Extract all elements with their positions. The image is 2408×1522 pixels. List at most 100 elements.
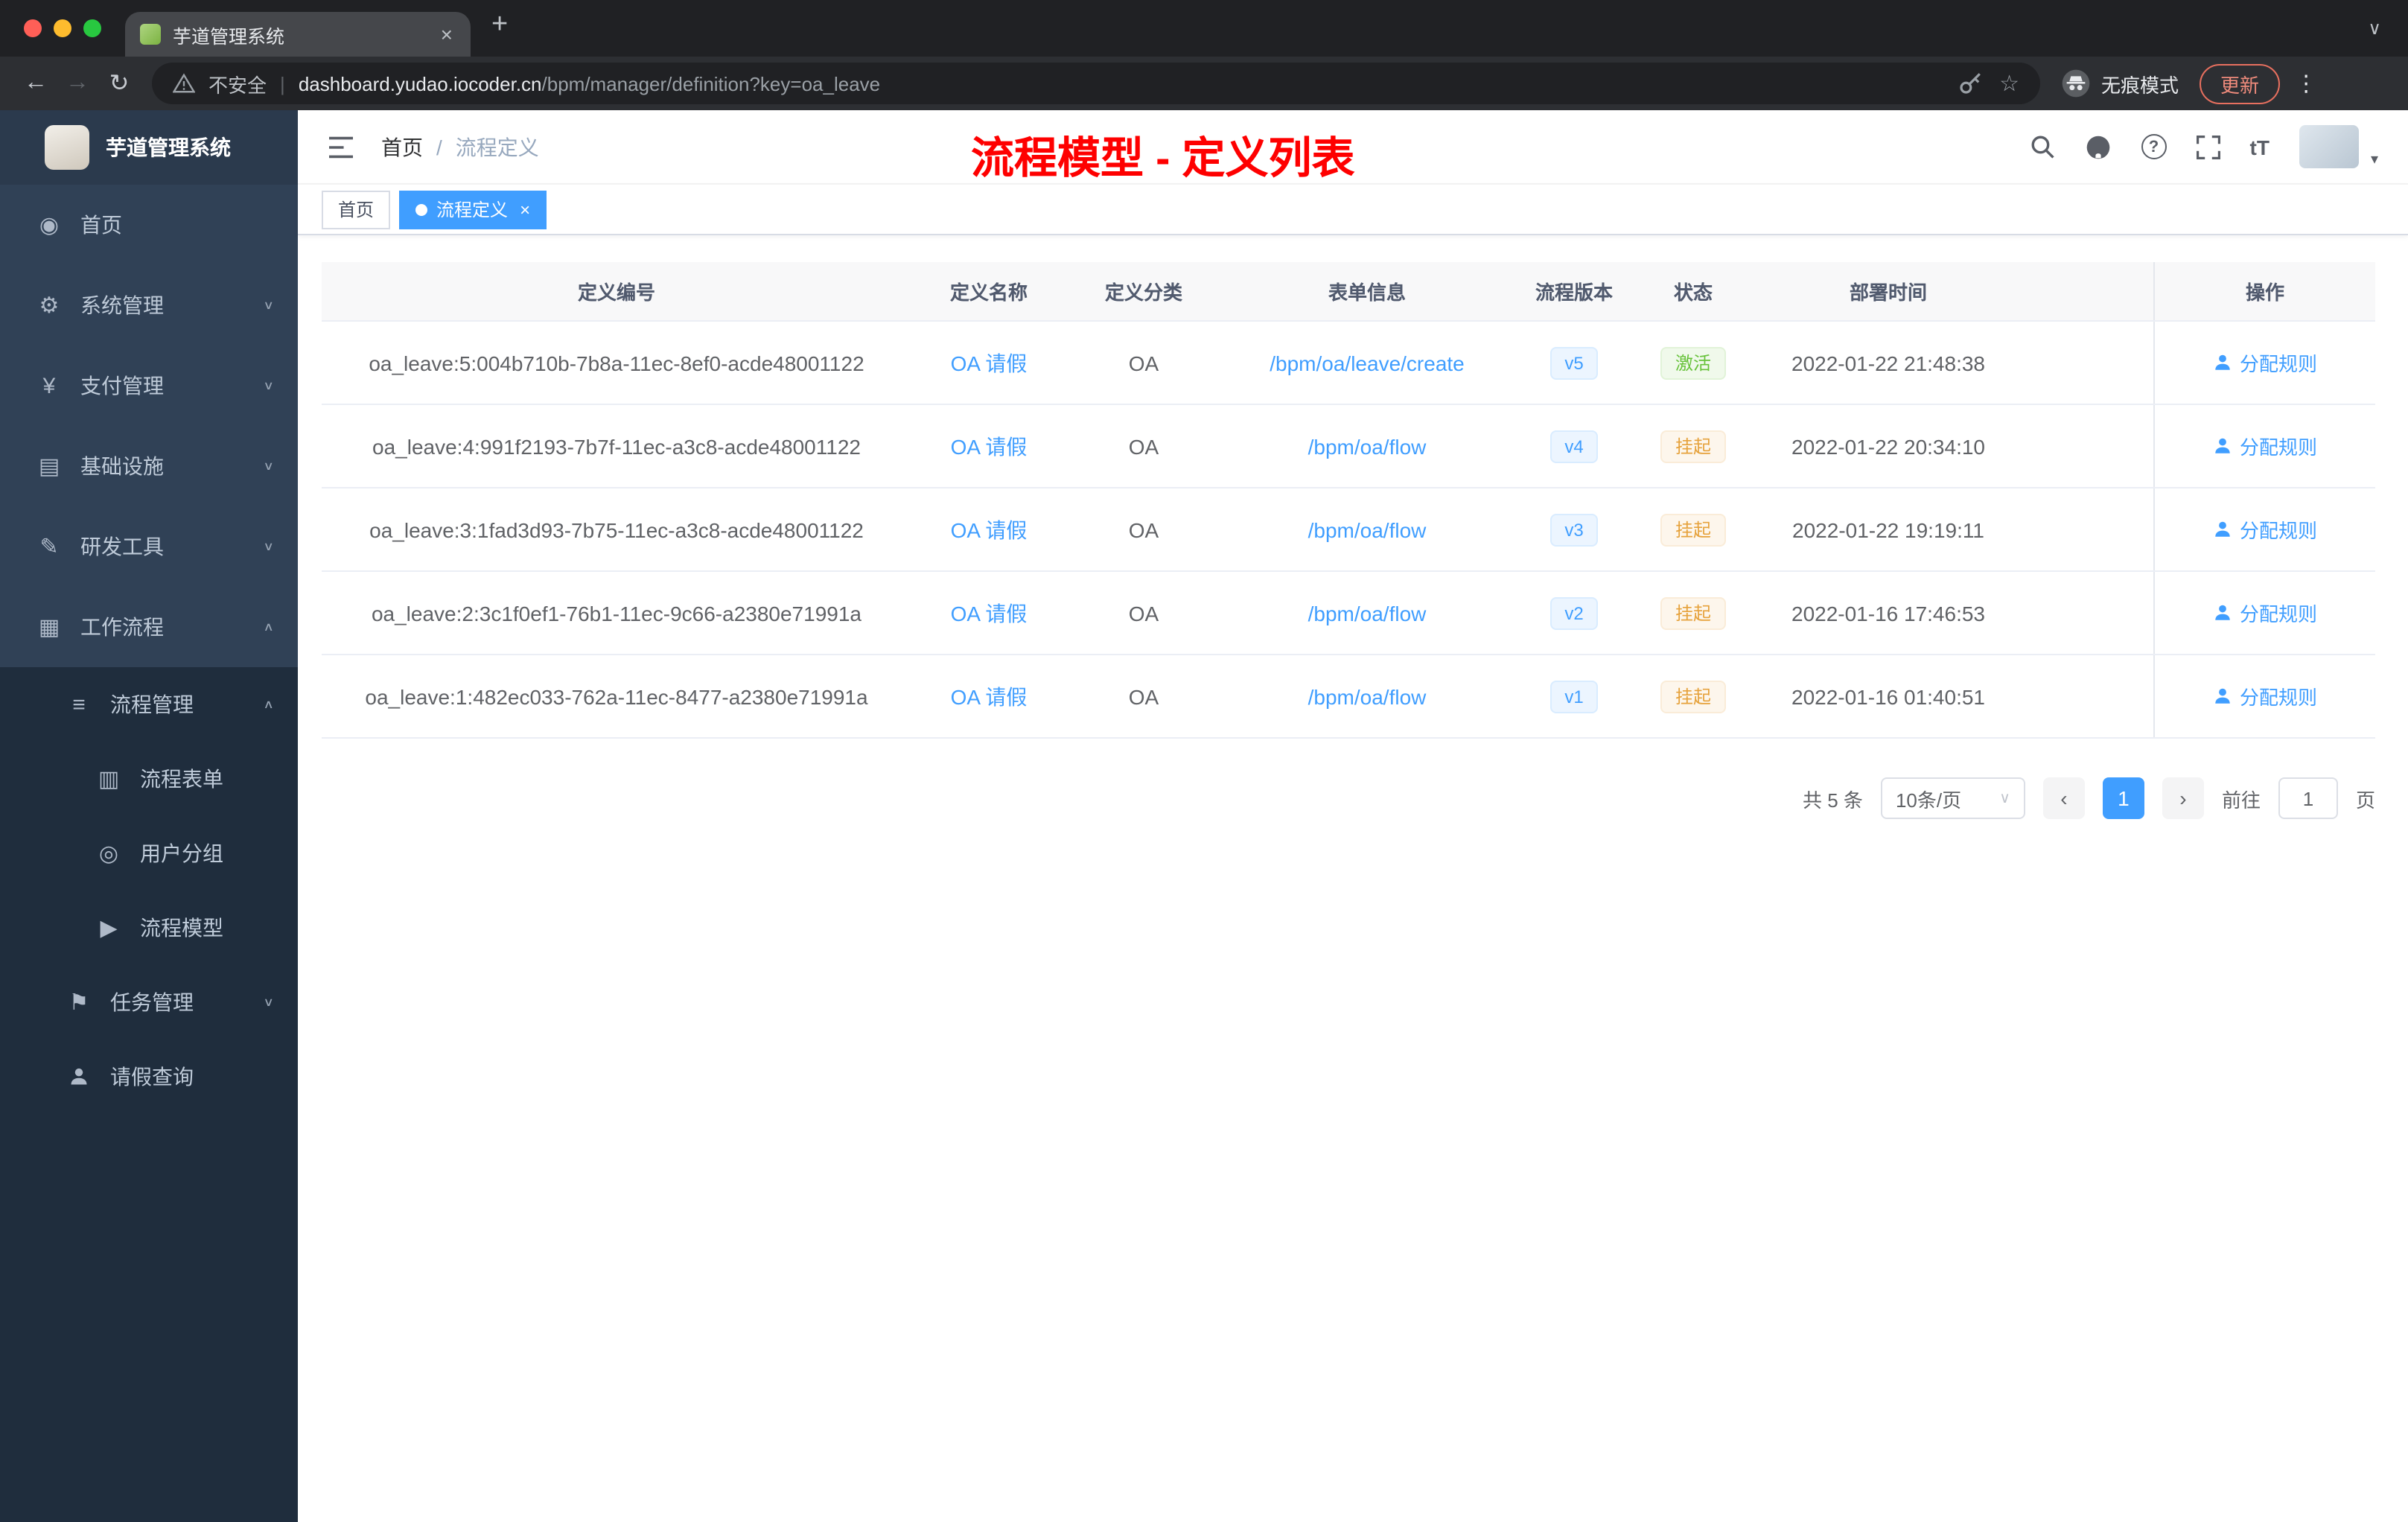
prev-page-button[interactable]: ‹ [2042, 777, 2085, 819]
definition-category: OA [1128, 434, 1159, 458]
breadcrumb: 首页 / 流程定义 [381, 132, 539, 162]
gear-icon: ⚙ [39, 293, 60, 319]
tag-process-definition[interactable]: 流程定义 × [399, 190, 547, 229]
definition-category: OA [1128, 518, 1159, 541]
sidebar-item-task-management[interactable]: ⚑ 任务管理 ∨ [0, 965, 298, 1039]
table-row: oa_leave:4:991f2193-7b7f-11ec-a3c8-acde4… [322, 405, 2375, 488]
incognito-badge: 无痕模式 [2061, 69, 2179, 98]
version-badge: v1 [1549, 680, 1599, 713]
table-row: oa_leave:5:004b710b-7b8a-11ec-8ef0-acde4… [322, 322, 2375, 405]
omnibox-divider: | [280, 72, 285, 95]
table-row: oa_leave:1:482ec033-762a-11ec-8477-a2380… [322, 655, 2375, 739]
browser-menu-icon[interactable]: ⋮ [2295, 70, 2317, 97]
definition-name-link[interactable]: OA 请假 [951, 348, 1028, 378]
deploy-time: 2022-01-22 19:19:11 [1792, 518, 1984, 541]
sidebar-item-leave-query[interactable]: 请假查询 [0, 1039, 298, 1114]
search-icon[interactable] [2030, 134, 2055, 159]
definition-id: oa_leave:1:482ec033-762a-11ec-8477-a2380… [365, 684, 868, 708]
collapse-sidebar-icon[interactable] [328, 135, 354, 159]
sidebar-item-payment[interactable]: ¥ 支付管理 ∨ [0, 346, 298, 426]
form-link[interactable]: /bpm/oa/flow [1308, 518, 1427, 541]
app-title: 芋道管理系统 [106, 136, 231, 159]
definition-name-link[interactable]: OA 请假 [951, 515, 1028, 544]
bookmark-star-icon[interactable]: ☆ [1999, 70, 2019, 97]
browser-tab[interactable]: 芋道管理系统 × [125, 12, 471, 57]
tab-close-icon[interactable]: × [438, 22, 456, 46]
fullscreen-icon[interactable] [2196, 135, 2220, 159]
sidebar-item-dev-tools[interactable]: ✎ 研发工具 ∨ [0, 506, 298, 587]
form-link[interactable]: /bpm/oa/flow [1308, 434, 1427, 458]
tag-home[interactable]: 首页 [322, 190, 391, 229]
security-label: 不安全 [208, 74, 267, 96]
avatar-caret-icon[interactable]: ▾ [2371, 152, 2378, 168]
infrastructure-icon: ▤ [38, 454, 60, 480]
new-tab-button[interactable]: + [491, 8, 508, 41]
assign-rule-link[interactable]: 分配规则 [2213, 515, 2317, 544]
tab-search-icon[interactable]: ∨ [2368, 18, 2381, 39]
sidebar-item-workflow[interactable]: ▦ 工作流程 ∧ [0, 587, 298, 667]
assign-rule-link[interactable]: 分配规则 [2213, 599, 2317, 627]
version-badge: v5 [1549, 346, 1599, 379]
sidebar-item-user-group[interactable]: ◎ 用户分组 [0, 816, 298, 891]
font-size-icon[interactable]: tT [2250, 135, 2270, 159]
col-definition-category: 定义分类 [1104, 281, 1182, 304]
chrome-update-button[interactable]: 更新 [2200, 63, 2281, 104]
window-controls [0, 19, 125, 37]
reload-button[interactable]: ↻ [98, 64, 140, 103]
avatar[interactable] [2299, 125, 2359, 168]
close-window-button[interactable] [24, 19, 42, 37]
breadcrumb-home[interactable]: 首页 [381, 132, 423, 162]
goto-page-input[interactable] [2278, 777, 2338, 819]
sidebar-item-infrastructure[interactable]: ▤ 基础设施 ∨ [0, 426, 298, 506]
definition-name-link[interactable]: OA 请假 [951, 681, 1028, 711]
tag-close-icon[interactable]: × [520, 199, 530, 220]
tags-view-bar: 首页 流程定义 × [298, 185, 2408, 235]
definition-category: OA [1128, 601, 1159, 625]
form-link[interactable]: /bpm/oa/leave/create [1270, 351, 1465, 375]
sidebar-item-system[interactable]: ⚙ 系统管理 ∨ [0, 265, 298, 346]
page-1-button[interactable]: 1 [2102, 777, 2144, 819]
definition-id: oa_leave:2:3c1f0ef1-76b1-11ec-9c66-a2380… [371, 601, 861, 625]
chevron-down-icon: ∨ [1999, 790, 2010, 806]
tools-icon: ✎ [39, 535, 59, 560]
back-button[interactable]: ← [15, 64, 57, 103]
incognito-label: 无痕模式 [2101, 74, 2179, 96]
red-annotation: 流程模型 - 定义列表 [971, 136, 1355, 183]
definition-name-link[interactable]: OA 请假 [951, 598, 1028, 628]
chevron-down-icon: ∨ [263, 540, 274, 553]
help-icon[interactable]: ? [2141, 134, 2167, 159]
browser-tabstrip: 芋道管理系统 × + ∨ [0, 0, 2408, 57]
maximize-window-button[interactable] [83, 19, 101, 37]
address-bar[interactable]: 不安全 | dashboard.yudao.iocoder.cn/bpm/man… [152, 63, 2040, 104]
definition-id: oa_leave:4:991f2193-7b7f-11ec-a3c8-acde4… [372, 434, 861, 458]
definition-category: OA [1128, 684, 1159, 708]
assign-rule-link[interactable]: 分配规则 [2213, 682, 2317, 710]
sidebar-item-process-form[interactable]: ▥ 流程表单 [0, 742, 298, 816]
sidebar-item-process-management[interactable]: ≡ 流程管理 ∧ [0, 667, 298, 742]
sidebar-item-process-model[interactable]: ▶ 流程模型 [0, 891, 298, 965]
form-link[interactable]: /bpm/oa/flow [1308, 601, 1427, 625]
goto-label: 前往 [2221, 789, 2261, 811]
page-size-select[interactable]: 10条/页 ∨ [1880, 777, 2025, 819]
assign-rule-link[interactable]: 分配规则 [2213, 432, 2317, 460]
password-key-icon[interactable] [1958, 71, 1981, 95]
form-icon: ▥ [98, 767, 120, 792]
logo-image [45, 125, 89, 170]
sidebar-item-home[interactable]: ◉ 首页 [0, 185, 298, 265]
app-logo[interactable]: 芋道管理系统 [0, 110, 298, 185]
assign-rule-link[interactable]: 分配规则 [2213, 348, 2317, 377]
browser-toolbar: ← → ↻ 不安全 | dashboard.yudao.iocoder.cn/b… [0, 57, 2408, 110]
definition-name-link[interactable]: OA 请假 [951, 431, 1028, 461]
col-actions: 操作 [2153, 262, 2375, 320]
form-link[interactable]: /bpm/oa/flow [1308, 684, 1427, 708]
github-icon[interactable] [2085, 133, 2112, 160]
next-page-button[interactable]: › [2162, 777, 2204, 819]
definition-id: oa_leave:5:004b710b-7b8a-11ec-8ef0-acde4… [369, 351, 864, 375]
minimize-window-button[interactable] [54, 19, 71, 37]
main-area: 流程模型 - 定义列表 首页 / 流程定义 ? tT ▾ 首页 流程定义 × 定… [298, 110, 2408, 1522]
status-badge: 挂起 [1660, 513, 1726, 546]
deploy-time: 2022-01-22 20:34:10 [1791, 434, 1985, 458]
forward-button[interactable]: → [57, 64, 98, 103]
user-group-icon: ◎ [98, 841, 119, 867]
list-icon: ≡ [72, 692, 86, 717]
